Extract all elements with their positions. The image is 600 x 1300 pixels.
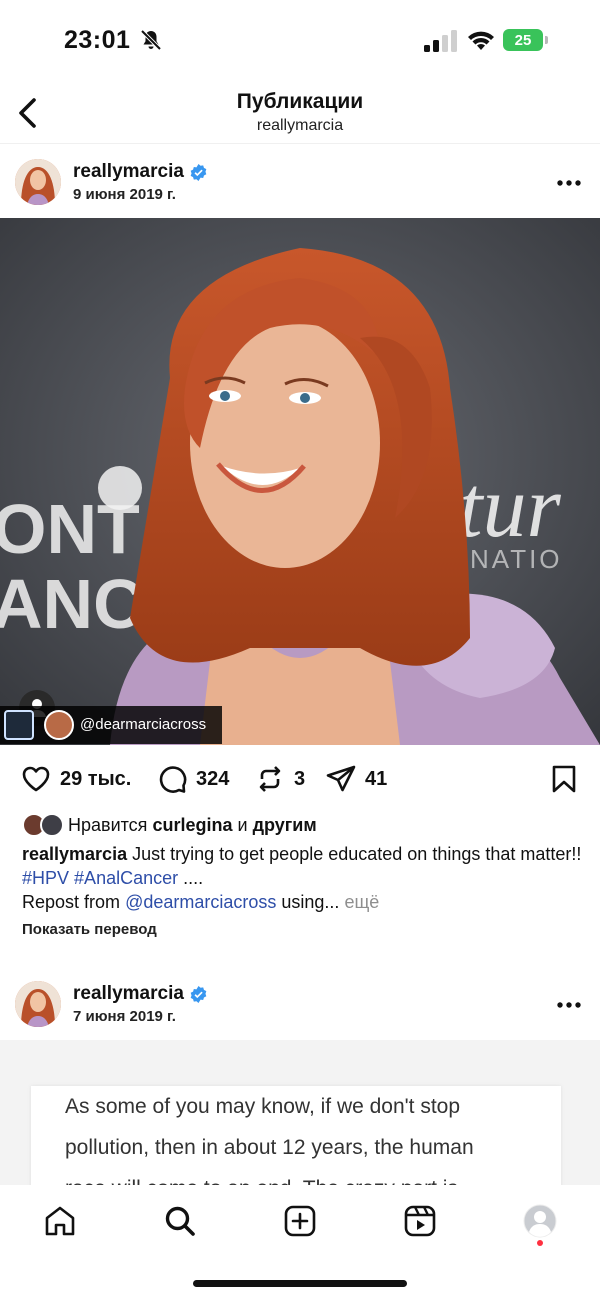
post-date: 7 июня 2019 г.: [73, 1008, 176, 1025]
caption-more-link[interactable]: ещё: [344, 892, 379, 912]
caption-author[interactable]: reallymarcia: [22, 844, 127, 864]
post-caption: reallymarcia Just trying to get people e…: [22, 842, 582, 914]
liked-by-and: и: [237, 814, 248, 835]
home-icon: [45, 1206, 75, 1236]
tab-search[interactable]: [160, 1201, 200, 1241]
heart-icon: [22, 766, 50, 792]
tagged-avatar: [44, 710, 74, 740]
text-screenshot-content: As some of you may know, if we don't sto…: [65, 1086, 535, 1185]
more-options-icon[interactable]: [556, 179, 582, 187]
text-line: race will come to an end. The crazy part…: [65, 1168, 535, 1185]
show-translation-link[interactable]: Показать перевод: [22, 921, 157, 938]
backdrop-logo-right-2: NATIO: [470, 544, 563, 574]
liked-by-prefix: Нравится: [68, 814, 148, 835]
hashtag-analcancer[interactable]: #AnalCancer: [74, 868, 178, 888]
share-button[interactable]: 41: [325, 763, 387, 795]
more-options-icon[interactable]: [556, 1001, 582, 1009]
verified-badge-icon: [190, 985, 207, 1003]
backdrop-logo-right: tur: [458, 459, 561, 556]
post-header: reallymarcia 9 июня 2019 г.: [0, 145, 600, 219]
liker-avatars: [22, 812, 68, 838]
send-icon: [326, 765, 356, 792]
repost-icon: [259, 766, 281, 792]
post-author[interactable]: reallymarcia: [73, 983, 207, 1005]
notification-dot: [537, 1240, 543, 1246]
tab-profile[interactable]: [520, 1201, 560, 1241]
tab-home[interactable]: [40, 1201, 80, 1241]
verified-badge-icon: [190, 163, 207, 181]
comment-count: 324: [196, 767, 230, 790]
backdrop-logo-left-2: ANC: [0, 565, 144, 643]
page-subtitle[interactable]: reallymarcia: [0, 117, 600, 135]
profile-avatar: [523, 1204, 557, 1238]
tab-create[interactable]: [280, 1201, 320, 1241]
bottom-tab-bar: [0, 1185, 600, 1300]
like-button[interactable]: 29 тыс.: [20, 763, 131, 795]
status-bar: 23:01 25: [0, 0, 600, 80]
search-icon: [165, 1206, 195, 1236]
post-date: 9 июня 2019 г.: [73, 186, 176, 203]
post-photo[interactable]: ONT ANC tur NATIO: [0, 218, 600, 745]
share-count: 41: [365, 767, 388, 790]
photo-tag-bar[interactable]: @dearmarciacross: [0, 706, 222, 744]
hashtag-hpv[interactable]: #HPV: [22, 868, 69, 888]
post-photo[interactable]: As some of you may know, if we don't sto…: [0, 1040, 600, 1185]
liked-by-row[interactable]: Нравится curlegina и другим: [22, 812, 317, 838]
tab-reels[interactable]: [400, 1201, 440, 1241]
save-button[interactable]: [548, 763, 580, 795]
post-author[interactable]: reallymarcia: [73, 161, 207, 183]
reels-icon: [404, 1205, 436, 1237]
create-icon: [284, 1205, 316, 1237]
text-line: pollution, then in about 12 years, the h…: [65, 1136, 474, 1159]
bookmark-icon: [552, 765, 576, 793]
wifi-icon: [468, 31, 494, 50]
repost-count: 3: [294, 767, 306, 790]
post-author-name[interactable]: reallymarcia: [73, 161, 184, 183]
photo-tag-username[interactable]: @dearmarciacross: [80, 716, 206, 733]
liked-by-others[interactable]: другим: [253, 815, 317, 836]
liker-avatar: [40, 813, 64, 837]
battery-level: 25: [503, 29, 543, 51]
caption-repost-from: Repost from: [22, 892, 121, 912]
text-screenshot-card: As some of you may know, if we don't sto…: [31, 1086, 561, 1185]
text-line: As some of you may know, if we don't sto…: [65, 1095, 461, 1118]
repost-button[interactable]: 3: [254, 763, 305, 795]
comment-button[interactable]: 324: [156, 763, 229, 795]
repost-app-icon: [4, 710, 34, 740]
comment-icon: [159, 766, 187, 793]
avatar[interactable]: [15, 981, 61, 1027]
like-count: 29 тыс.: [60, 767, 132, 790]
bell-off-icon: [140, 29, 162, 51]
battery-indicator: 25: [503, 29, 549, 51]
post-header: reallymarcia 7 июня 2019 г.: [0, 967, 600, 1041]
page-title: Публикации: [236, 90, 364, 113]
caption-using: using...: [281, 892, 340, 912]
signal-icon: [424, 30, 457, 52]
avatar[interactable]: [15, 159, 61, 205]
post-actions: 29 тыс. 324 3 41: [0, 752, 600, 806]
status-time: 23:01: [64, 26, 131, 54]
battery-tip: [545, 36, 548, 44]
caption-text: Just trying to get people educated on th…: [132, 844, 582, 864]
home-indicator: [193, 1280, 407, 1287]
caption-mention[interactable]: @dearmarciacross: [125, 892, 276, 912]
caption-ellipsis: ....: [183, 868, 204, 888]
post-author-name[interactable]: reallymarcia: [73, 983, 184, 1005]
liked-by-user[interactable]: curlegina: [152, 815, 232, 836]
page-header: Публикации reallymarcia: [0, 80, 600, 144]
